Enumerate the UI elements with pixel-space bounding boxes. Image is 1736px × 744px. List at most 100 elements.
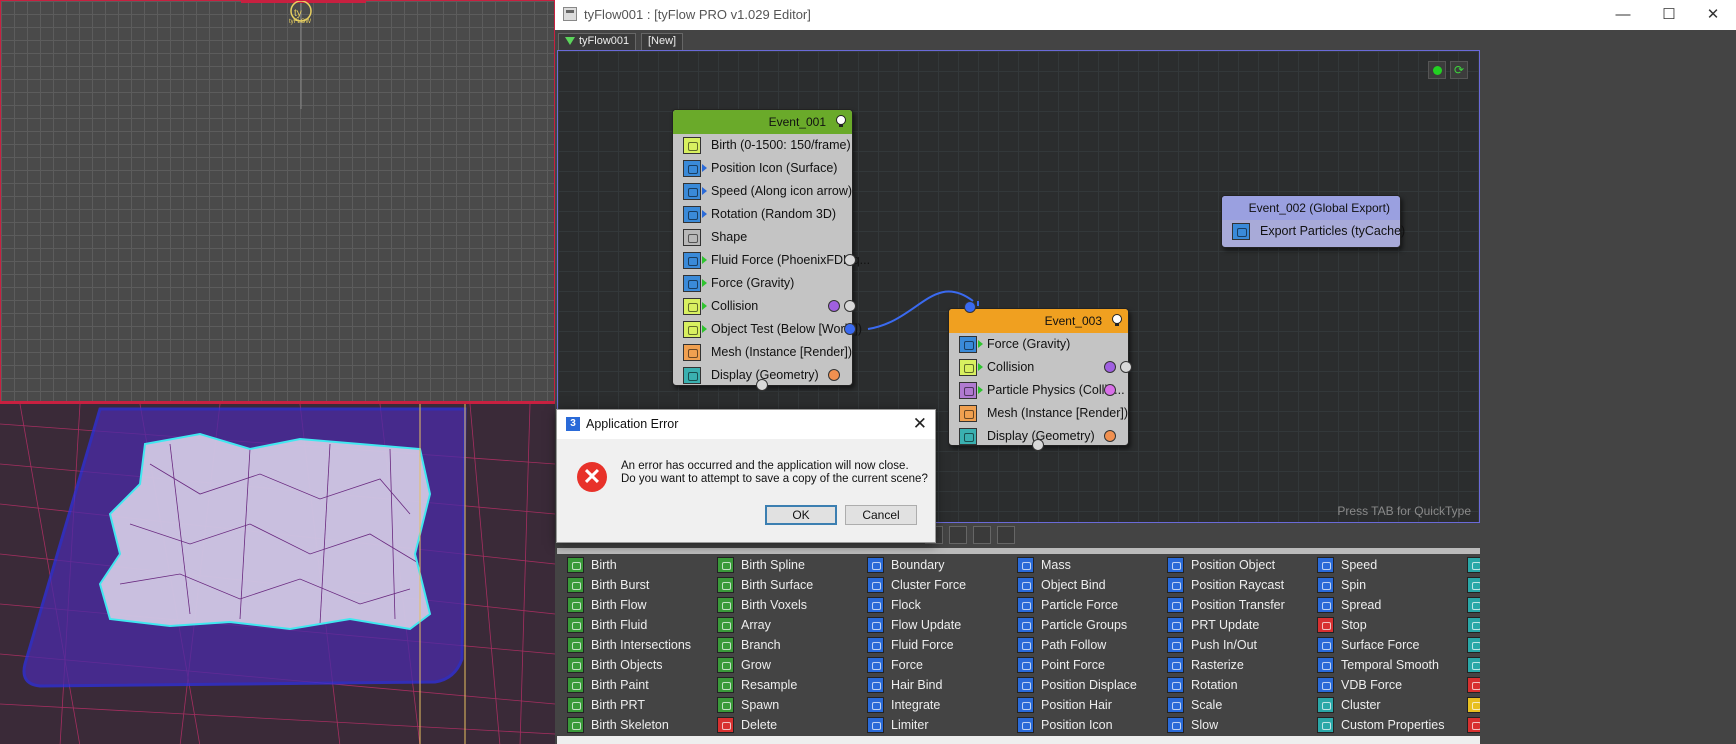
operator-mesh[interactable]: Mesh (Instance [Render])	[673, 341, 852, 364]
palette-item[interactable]: Scale	[1157, 695, 1307, 715]
close-button[interactable]: ✕	[1690, 0, 1736, 30]
output-port[interactable]	[1120, 361, 1132, 373]
palette-item[interactable]: Speed	[1307, 555, 1457, 575]
output-port[interactable]	[828, 300, 840, 312]
palette-item[interactable]: Push In/Out	[1157, 635, 1307, 655]
palette-item[interactable]: Birth Intersections	[557, 635, 707, 655]
palette-item[interactable]: Birth Objects	[557, 655, 707, 675]
palette-item[interactable]: Flow Update	[857, 615, 1007, 635]
event-header[interactable]: Event_003	[949, 309, 1128, 333]
palette-divider[interactable]	[557, 548, 1480, 554]
palette-item[interactable]: Array	[707, 615, 857, 635]
palette-item-clipped[interactable]	[1467, 655, 1480, 675]
operator-particle-physics[interactable]: Particle Physics (Collid...	[949, 379, 1128, 402]
output-port[interactable]	[844, 300, 856, 312]
palette-item[interactable]: Spread	[1307, 595, 1457, 615]
realtime-toggle-button[interactable]	[1428, 61, 1446, 79]
operator-birth[interactable]: Birth (0-1500: 150/frame)	[673, 134, 852, 157]
palette-item[interactable]: Position Icon	[1007, 715, 1157, 735]
palette-item-clipped[interactable]	[1467, 695, 1480, 715]
palette-item[interactable]: Position Raycast	[1157, 575, 1307, 595]
dialog-title-bar[interactable]: 3 Application Error ✕	[557, 410, 935, 439]
operator-mesh[interactable]: Mesh (Instance [Render])	[949, 402, 1128, 425]
palette-item[interactable]: Boundary	[857, 555, 1007, 575]
palette-item[interactable]: Force	[857, 655, 1007, 675]
palette-item[interactable]: Point Force	[1007, 655, 1157, 675]
maximize-button[interactable]: ☐	[1646, 0, 1692, 30]
palette-item[interactable]: Position Displace	[1007, 675, 1157, 695]
palette-item[interactable]: Birth Voxels	[707, 595, 857, 615]
output-port[interactable]	[844, 254, 856, 266]
palette-item[interactable]: Limiter	[857, 715, 1007, 735]
event-node-003[interactable]: Event_003 Force (Gravity) Collision Part…	[948, 301, 1132, 451]
lightbulb-icon[interactable]	[835, 115, 847, 128]
palette-item[interactable]: Cluster	[1307, 695, 1457, 715]
palette-item[interactable]: Fluid Force	[857, 635, 1007, 655]
output-port[interactable]	[1104, 384, 1116, 396]
operator-shape[interactable]: Shape	[673, 226, 852, 249]
display-color-swatch[interactable]	[828, 369, 840, 381]
palette-item[interactable]: Path Follow	[1007, 635, 1157, 655]
event-input-port[interactable]	[964, 301, 976, 313]
palette-item[interactable]: Particle Force	[1007, 595, 1157, 615]
operator-object-test[interactable]: Object Test (Below [World])	[673, 318, 862, 341]
palette-item[interactable]: Position Hair	[1007, 695, 1157, 715]
palette-item[interactable]: Surface Force	[1307, 635, 1457, 655]
event-node-002[interactable]: Event_002 (Global Export) Export Particl…	[1221, 195, 1405, 248]
palette-item[interactable]: Birth Burst	[557, 575, 707, 595]
palette-item[interactable]: Birth Flow	[557, 595, 707, 615]
output-port[interactable]	[844, 323, 856, 335]
palette-item[interactable]: Birth Skeleton	[557, 715, 707, 735]
operator-collision[interactable]: Collision	[949, 356, 1132, 379]
event-node-001[interactable]: Event_001 Birth (0-1500: 150/frame) Posi…	[672, 109, 870, 391]
operator-rotation[interactable]: Rotation (Random 3D)	[673, 203, 852, 226]
palette-item[interactable]: Position Transfer	[1157, 595, 1307, 615]
display-color-swatch[interactable]	[1104, 430, 1116, 442]
palette-item[interactable]: Spin	[1307, 575, 1457, 595]
palette-item[interactable]: Grow	[707, 655, 857, 675]
palette-item[interactable]: VDB Force	[1307, 675, 1457, 695]
palette-item[interactable]: Slow	[1157, 715, 1307, 735]
operator-force[interactable]: Force (Gravity)	[949, 333, 1128, 356]
palette-item-clipped[interactable]	[1467, 615, 1480, 635]
palette-item[interactable]: Birth Surface	[707, 575, 857, 595]
viewport-perspective[interactable]	[0, 402, 555, 744]
operator-force[interactable]: Force (Gravity)	[673, 272, 852, 295]
operator-fluid-force[interactable]: Fluid Force (PhoenixFDLiq...	[673, 249, 870, 272]
event-header[interactable]: Event_002 (Global Export)	[1222, 196, 1400, 220]
cancel-button[interactable]: Cancel	[845, 505, 917, 525]
operator-speed[interactable]: Speed (Along icon arrow)	[673, 180, 852, 203]
palette-item-clipped[interactable]	[1467, 715, 1480, 735]
lightbulb-icon[interactable]	[1111, 314, 1123, 327]
event-header[interactable]: Event_001	[673, 110, 852, 134]
palette-tab-purple[interactable]	[997, 526, 1015, 544]
palette-item[interactable]: Branch	[707, 635, 857, 655]
palette-item[interactable]: Rasterize	[1157, 655, 1307, 675]
palette-item[interactable]: Delete	[707, 715, 857, 735]
palette-item[interactable]: Temporal Smooth	[1307, 655, 1457, 675]
minimize-button[interactable]: —	[1600, 0, 1646, 30]
dialog-close-button[interactable]: ✕	[913, 414, 927, 434]
palette-item[interactable]: Particle Groups	[1007, 615, 1157, 635]
palette-item-clipped[interactable]	[1467, 555, 1480, 575]
palette-item[interactable]: Integrate	[857, 695, 1007, 715]
palette-item[interactable]: Spawn	[707, 695, 857, 715]
title-bar[interactable]: tyFlow001 : [tyFlow PRO v1.029 Editor] —…	[555, 0, 1736, 30]
palette-item[interactable]: Birth Fluid	[557, 615, 707, 635]
operator-collision[interactable]: Collision	[673, 295, 856, 318]
tab-tyflow001[interactable]: tyFlow001	[558, 33, 637, 50]
palette-horizontal-scrollbar[interactable]	[557, 736, 1480, 744]
operator-position-icon[interactable]: Position Icon (Surface)	[673, 157, 852, 180]
palette-item[interactable]: Birth PRT	[557, 695, 707, 715]
palette-tab-orange[interactable]	[973, 526, 991, 544]
palette-item-clipped[interactable]	[1467, 675, 1480, 695]
palette-item[interactable]: Custom Properties	[1307, 715, 1457, 735]
tab-new[interactable]: [New]	[641, 33, 684, 50]
event-input-port[interactable]	[756, 379, 768, 391]
palette-item[interactable]: Mass	[1007, 555, 1157, 575]
palette-item-clipped[interactable]	[1467, 575, 1480, 595]
palette-item[interactable]: Rotation	[1157, 675, 1307, 695]
palette-item[interactable]: Position Object	[1157, 555, 1307, 575]
palette-item[interactable]: Object Bind	[1007, 575, 1157, 595]
palette-item[interactable]: Birth Paint	[557, 675, 707, 695]
